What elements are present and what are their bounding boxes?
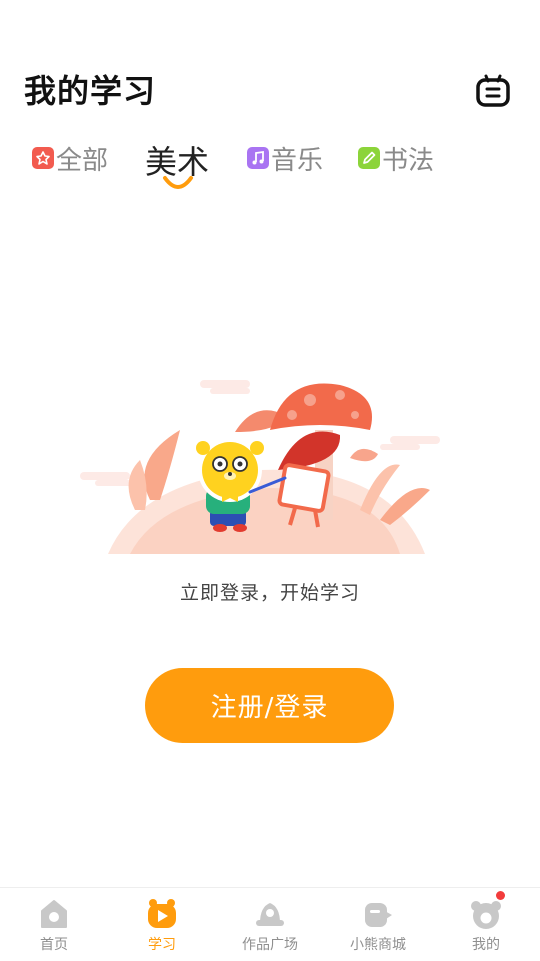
gallery-icon (253, 897, 287, 931)
flower-icon (32, 147, 54, 169)
nav-label: 我的 (472, 937, 500, 953)
tab-label: 书法 (382, 145, 435, 176)
study-icon (145, 897, 179, 931)
bear-face-icon (469, 897, 503, 931)
notification-badge (496, 891, 505, 900)
nav-label: 小熊商城 (350, 937, 406, 953)
music-note-icon (247, 147, 269, 169)
register-login-button[interactable]: 注册/登录 (145, 668, 394, 743)
category-tabs: 全部 美术 音乐 书法 (0, 136, 540, 196)
nav-item-mine[interactable]: 我的 (432, 888, 540, 961)
tab-label: 全部 (56, 145, 109, 176)
nav-item-gallery[interactable]: 作品广场 (216, 888, 324, 961)
bear-with-mushrooms-illustration (60, 370, 480, 560)
active-tab-indicator (163, 176, 193, 189)
bottom-nav: 首页 学习 作品广场 小熊商城 我的 (0, 887, 540, 961)
tab-label: 音乐 (271, 145, 324, 176)
nav-label: 作品广场 (242, 937, 298, 953)
pen-icon (358, 147, 380, 169)
robot-icon[interactable] (474, 72, 512, 110)
shop-icon (361, 897, 395, 931)
tab-calligraphy[interactable]: 书法 (358, 136, 434, 180)
tab-all[interactable]: 全部 (32, 136, 108, 180)
nav-item-shop[interactable]: 小熊商城 (324, 888, 432, 961)
nav-item-home[interactable]: 首页 (0, 888, 108, 961)
nav-label: 学习 (148, 937, 176, 953)
page-title: 我的学习 (24, 72, 157, 110)
login-prompt-text: 立即登录，开始学习 (179, 582, 360, 604)
home-icon (37, 897, 71, 931)
nav-label: 首页 (40, 937, 68, 953)
tab-music[interactable]: 音乐 (247, 136, 323, 180)
nav-item-study[interactable]: 学习 (108, 888, 216, 961)
